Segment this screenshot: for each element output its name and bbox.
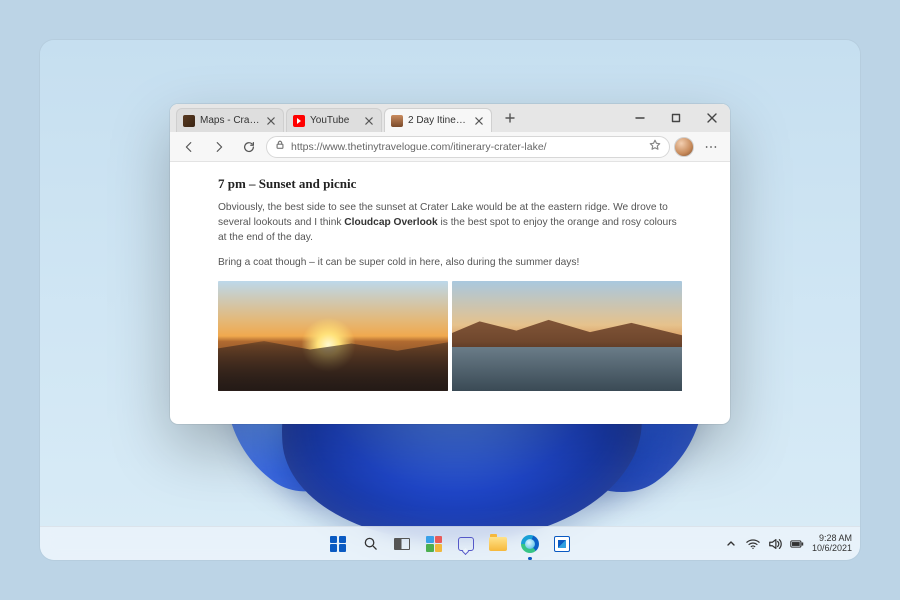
tab-label: Maps - Crater Lake	[200, 115, 260, 126]
nps-favicon-icon	[183, 115, 195, 127]
url-input[interactable]	[291, 141, 643, 153]
task-view-button[interactable]	[390, 532, 414, 556]
windows-logo-icon	[330, 536, 346, 552]
close-tab-button[interactable]	[265, 115, 277, 127]
chat-icon	[458, 537, 474, 551]
page-content: 7 pm – Sunset and picnic Obviously, the …	[170, 162, 730, 424]
itinerary-favicon-icon	[391, 115, 403, 127]
ridge-photo	[452, 281, 682, 391]
close-window-button[interactable]	[694, 104, 730, 132]
close-tab-button[interactable]	[473, 115, 485, 127]
task-view-icon	[394, 538, 410, 550]
taskbar-center	[326, 532, 574, 556]
widgets-icon	[426, 536, 442, 552]
edge-icon	[521, 535, 539, 553]
ms-store-button[interactable]	[550, 532, 574, 556]
taskbar-clock[interactable]: 9:28 AM 10/6/2021	[812, 534, 852, 554]
file-explorer-button[interactable]	[486, 532, 510, 556]
store-icon	[554, 536, 570, 552]
widgets-button[interactable]	[422, 532, 446, 556]
maximize-button[interactable]	[658, 104, 694, 132]
start-button[interactable]	[326, 532, 350, 556]
chat-button[interactable]	[454, 532, 478, 556]
active-app-indicator	[528, 557, 532, 560]
settings-menu-button[interactable]	[698, 135, 724, 159]
wifi-icon[interactable]	[746, 537, 760, 551]
edge-browser-button[interactable]	[518, 532, 542, 556]
close-tab-button[interactable]	[363, 115, 375, 127]
new-tab-button[interactable]	[498, 107, 522, 129]
browser-toolbar	[170, 132, 730, 162]
taskbar: 9:28 AM 10/6/2021	[40, 526, 860, 560]
article-paragraph-2: Bring a coat though – it can be super co…	[218, 255, 682, 270]
article-paragraph-1: Obviously, the best side to see the suns…	[218, 200, 682, 246]
lock-icon	[275, 140, 285, 153]
tray-overflow-button[interactable]	[724, 537, 738, 551]
desktop-wallpaper: Maps - Crater Lake YouTube 2 Day Itinera…	[40, 40, 860, 560]
tab-youtube[interactable]: YouTube	[286, 108, 382, 132]
favorite-star-icon[interactable]	[649, 138, 661, 156]
tab-label: 2 Day Itinerary	[408, 115, 468, 126]
tab-strip: Maps - Crater Lake YouTube 2 Day Itinera…	[170, 104, 730, 132]
article-heading: 7 pm – Sunset and picnic	[218, 174, 682, 194]
forward-button[interactable]	[206, 135, 232, 159]
minimize-button[interactable]	[622, 104, 658, 132]
sunset-photo	[218, 281, 448, 391]
back-button[interactable]	[176, 135, 202, 159]
tab-label: YouTube	[310, 115, 358, 126]
article-photo-row	[218, 281, 682, 391]
window-controls	[622, 104, 730, 132]
battery-icon[interactable]	[790, 537, 804, 551]
profile-avatar[interactable]	[674, 137, 694, 157]
address-bar[interactable]	[266, 136, 670, 158]
tab-maps-crater-lake[interactable]: Maps - Crater Lake	[176, 108, 284, 132]
youtube-favicon-icon	[293, 115, 305, 127]
browser-window: Maps - Crater Lake YouTube 2 Day Itinera…	[170, 104, 730, 424]
taskbar-date: 10/6/2021	[812, 544, 852, 554]
search-button[interactable]	[358, 532, 382, 556]
tab-itinerary[interactable]: 2 Day Itinerary	[384, 108, 492, 132]
system-tray: 9:28 AM 10/6/2021	[724, 527, 852, 560]
folder-icon	[489, 537, 507, 551]
volume-icon[interactable]	[768, 537, 782, 551]
refresh-button[interactable]	[236, 135, 262, 159]
